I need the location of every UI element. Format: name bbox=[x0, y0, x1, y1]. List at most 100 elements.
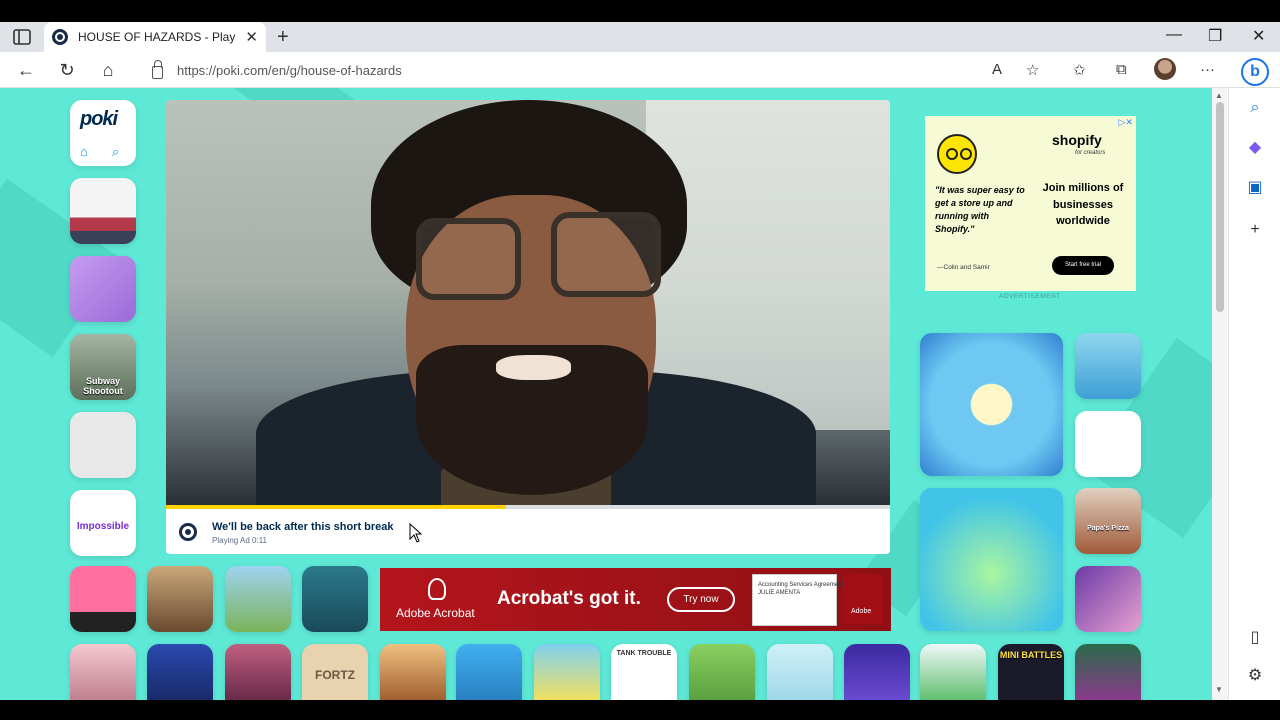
home-icon[interactable]: ⌂ bbox=[98, 60, 118, 80]
address-bar: ← ↻ ⌂ https://poki.com/en/g/house-of-haz… bbox=[0, 52, 1280, 88]
ad-headline: Acrobat's got it. bbox=[497, 588, 641, 609]
game-thumbnail[interactable] bbox=[456, 644, 522, 700]
collections-icon[interactable]: ⧉ bbox=[1116, 61, 1127, 78]
game-thumbnail[interactable] bbox=[302, 566, 368, 632]
game-thumbnail[interactable] bbox=[1075, 644, 1141, 700]
add-favorite-icon[interactable]: ☆ bbox=[1026, 61, 1039, 79]
favorites-icon[interactable]: ✩ bbox=[1073, 61, 1086, 79]
game-thumbnail[interactable] bbox=[70, 178, 136, 244]
game-title: TANK TROUBLE bbox=[616, 650, 672, 657]
game-thumbnail[interactable] bbox=[380, 644, 446, 700]
ad-document-preview: Accounting Services Agreement JULIE AMEN… bbox=[752, 574, 843, 626]
game-title: MINI BATTLES bbox=[999, 650, 1063, 660]
new-tab-icon[interactable]: + bbox=[277, 26, 289, 49]
game-thumbnail[interactable]: TANK TROUBLE bbox=[611, 644, 677, 700]
game-thumbnail[interactable]: MINI BATTLES bbox=[998, 644, 1064, 700]
ad-break-title: We'll be back after this short break bbox=[212, 521, 394, 533]
game-thumbnail[interactable] bbox=[767, 644, 833, 700]
mouse-cursor-icon bbox=[409, 523, 423, 543]
game-thumbnail[interactable] bbox=[70, 566, 136, 632]
page-scrollbar[interactable]: ▲ ▼ bbox=[1212, 88, 1228, 700]
adobe-logo-label: Adobe bbox=[851, 608, 872, 615]
reload-icon[interactable]: ↻ bbox=[57, 60, 77, 80]
profile-avatar[interactable] bbox=[1154, 58, 1176, 80]
game-thumbnail[interactable] bbox=[70, 256, 136, 322]
game-thumbnail[interactable] bbox=[225, 644, 291, 700]
start-trial-button[interactable]: Start free trial bbox=[1052, 256, 1114, 275]
game-player[interactable]: We'll be back after this short break Pla… bbox=[166, 100, 890, 554]
game-thumbnail-large[interactable] bbox=[920, 488, 1063, 631]
minimize-icon[interactable]: — bbox=[1166, 26, 1182, 44]
advertisement-label: ADVERTISEMENT bbox=[999, 293, 1061, 300]
add-app-icon[interactable]: + bbox=[1245, 220, 1265, 240]
copilot-icon[interactable]: ◆ bbox=[1245, 138, 1265, 158]
ad-headline: Join millions of businesses worldwide bbox=[1042, 182, 1124, 227]
tab-actions-icon[interactable] bbox=[12, 28, 32, 46]
game-thumbnail[interactable] bbox=[147, 644, 213, 700]
outlook-icon[interactable]: ▣ bbox=[1245, 178, 1265, 198]
search-icon[interactable]: ⌕ bbox=[112, 144, 119, 160]
game-title: FORTZ bbox=[315, 668, 355, 682]
read-aloud-icon[interactable]: A bbox=[992, 61, 1002, 78]
ad-choices-icon[interactable]: ▷✕ bbox=[1119, 117, 1133, 128]
shopify-tagline: for creators bbox=[1075, 150, 1106, 156]
url-field[interactable]: https://poki.com/en/g/house-of-hazards bbox=[140, 56, 1050, 84]
tab-close-icon[interactable]: ✕ bbox=[245, 28, 258, 46]
poki-logo-icon bbox=[179, 523, 197, 541]
game-title: Subway Shootout bbox=[83, 376, 123, 396]
settings-icon[interactable]: ⚙ bbox=[1245, 666, 1265, 686]
more-options-icon[interactable]: ··· bbox=[1200, 61, 1215, 78]
restore-icon[interactable]: ❐ bbox=[1208, 26, 1222, 46]
game-thumbnail[interactable] bbox=[70, 644, 136, 700]
video-person bbox=[416, 218, 521, 300]
close-window-icon[interactable]: ✕ bbox=[1252, 26, 1265, 46]
game-thumbnail[interactable]: Impossible bbox=[70, 490, 136, 556]
game-thumbnail[interactable] bbox=[1075, 333, 1141, 399]
game-thumbnail[interactable] bbox=[147, 566, 213, 632]
game-thumbnail[interactable] bbox=[1075, 566, 1141, 632]
poki-logo: poki bbox=[80, 108, 118, 130]
adobe-acrobat-ad[interactable]: Adobe Acrobat Acrobat's got it. Try now … bbox=[380, 568, 891, 631]
game-thumbnail-large[interactable] bbox=[920, 333, 1063, 476]
game-title: Impossible bbox=[76, 521, 130, 532]
shopify-ad[interactable]: ▷✕ shopify for creators "It was super ea… bbox=[925, 116, 1136, 291]
try-now-button[interactable]: Try now bbox=[667, 587, 735, 612]
sidebar-toggle-icon[interactable]: ▯ bbox=[1245, 628, 1265, 648]
ad-author: —Colin and Samir bbox=[937, 264, 990, 271]
ad-quote: "It was super easy to get a store up and… bbox=[935, 185, 1025, 235]
browser-sidebar: b ⌕ ◆ ▣ + ▯ ⚙ bbox=[1228, 58, 1280, 700]
ad-brand: Adobe Acrobat bbox=[396, 606, 475, 620]
game-thumbnail[interactable] bbox=[920, 644, 986, 700]
game-thumbnail[interactable]: Papa's Pizza bbox=[1075, 488, 1141, 554]
game-thumbnail[interactable] bbox=[225, 566, 291, 632]
shopify-logo: shopify bbox=[1052, 132, 1102, 148]
poki-favicon-icon bbox=[52, 29, 68, 45]
poki-logo-tile[interactable]: poki ⌂ ⌕ bbox=[70, 100, 136, 166]
scroll-thumb[interactable] bbox=[1216, 102, 1224, 312]
tab-title: HOUSE OF HAZARDS - Play Hou bbox=[78, 30, 238, 44]
back-icon[interactable]: ← bbox=[16, 60, 36, 80]
shopify-mascot-icon bbox=[937, 134, 977, 174]
game-thumbnail[interactable]: FORTZ bbox=[302, 644, 368, 700]
game-thumbnail[interactable]: Subway Shootout bbox=[70, 334, 136, 400]
game-thumbnail[interactable] bbox=[844, 644, 910, 700]
scroll-up-icon[interactable]: ▲ bbox=[1215, 91, 1223, 100]
ad-timer: Playing Ad 0:11 bbox=[212, 536, 268, 545]
game-thumbnail[interactable] bbox=[1075, 411, 1141, 477]
browser-tab[interactable]: HOUSE OF HAZARDS - Play Hou ✕ bbox=[44, 22, 266, 52]
adobe-logo-icon bbox=[843, 574, 883, 624]
letterbox-bottom bbox=[0, 700, 1280, 720]
acrobat-logo-icon bbox=[428, 578, 446, 600]
scroll-down-icon[interactable]: ▼ bbox=[1215, 685, 1223, 694]
game-thumbnail[interactable] bbox=[70, 412, 136, 478]
ad-info-bar: We'll be back after this short break Pla… bbox=[166, 509, 890, 554]
bing-copilot-icon[interactable]: b bbox=[1241, 58, 1269, 86]
game-thumbnail[interactable] bbox=[534, 644, 600, 700]
tab-strip: HOUSE OF HAZARDS - Play Hou ✕ + — ❐ ✕ bbox=[0, 22, 1280, 52]
video-person bbox=[496, 355, 571, 380]
lock-icon[interactable] bbox=[152, 59, 163, 79]
home-icon[interactable]: ⌂ bbox=[80, 144, 88, 159]
game-thumbnail[interactable] bbox=[689, 644, 755, 700]
search-icon[interactable]: ⌕ bbox=[1245, 98, 1265, 118]
ad-video[interactable] bbox=[166, 100, 890, 505]
